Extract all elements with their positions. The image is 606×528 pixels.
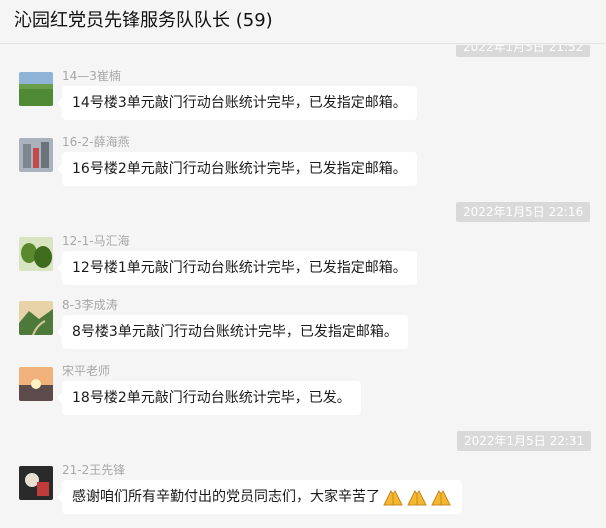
chat-header: 沁园红党员先锋服务队队长 (59) [0, 0, 606, 44]
timestamp: 2022年1月5日 21:52 [456, 45, 591, 57]
avatar[interactable] [19, 466, 53, 500]
avatar[interactable] [19, 72, 53, 106]
sender-name: 8-3李成涛 [62, 298, 118, 312]
list-item: 21-2王先锋 感谢咱们所有辛勤付出的党员同志们，大家辛苦了 [0, 456, 606, 516]
avatar[interactable] [19, 301, 53, 335]
sender-name: 16-2-薛海燕 [62, 135, 130, 149]
avatar[interactable] [19, 367, 53, 401]
avatar[interactable] [19, 138, 53, 172]
message-bubble[interactable]: 8号楼3单元敲门行动台账统计完毕，已发指定邮箱。 [57, 315, 408, 349]
folded-hands-emoji-icon [406, 488, 428, 506]
timestamp: 2022年1月5日 22:16 [456, 202, 591, 222]
message-bubble[interactable]: 感谢咱们所有辛勤付出的党员同志们，大家辛苦了 [57, 480, 462, 514]
message-bubble[interactable]: 16号楼2单元敲门行动台账统计完毕，已发指定邮箱。 [57, 152, 417, 186]
sender-name: 21-2王先锋 [62, 463, 126, 477]
sender-name: 12-1-马汇海 [62, 234, 130, 248]
message-list[interactable]: 2022年1月5日 21:52 14—3崔楠 14号楼3单元敲门行动台账统计完毕… [0, 45, 606, 528]
list-item: 12-1-马汇海 12号楼1单元敲门行动台账统计完毕，已发指定邮箱。 [0, 227, 606, 287]
message-bubble[interactable]: 14号楼3单元敲门行动台账统计完毕，已发指定邮箱。 [57, 86, 417, 120]
message-bubble[interactable]: 12号楼1单元敲门行动台账统计完毕，已发指定邮箱。 [57, 251, 417, 285]
list-item: 宋平老师 18号楼2单元敲门行动台账统计完毕，已发。 [0, 357, 606, 417]
list-item: 14—3崔楠 14号楼3单元敲门行动台账统计完毕，已发指定邮箱。 [0, 62, 606, 122]
message-bubble[interactable]: 18号楼2单元敲门行动台账统计完毕，已发。 [57, 381, 361, 415]
sender-name: 14—3崔楠 [62, 69, 121, 83]
chat-title: 沁园红党员先锋服务队队长 (59) [14, 10, 273, 31]
folded-hands-emoji-icon [430, 488, 452, 506]
list-item: 8-3李成涛 8号楼3单元敲门行动台账统计完毕，已发指定邮箱。 [0, 291, 606, 351]
sender-name: 宋平老师 [62, 364, 111, 378]
avatar[interactable] [19, 237, 53, 271]
message-text: 感谢咱们所有辛勤付出的党员同志们，大家辛苦了 [72, 489, 380, 505]
timestamp: 2022年1月5日 22:31 [457, 431, 592, 451]
list-item: 16-2-薛海燕 16号楼2单元敲门行动台账统计完毕，已发指定邮箱。 [0, 128, 606, 188]
folded-hands-emoji-icon [382, 488, 404, 506]
